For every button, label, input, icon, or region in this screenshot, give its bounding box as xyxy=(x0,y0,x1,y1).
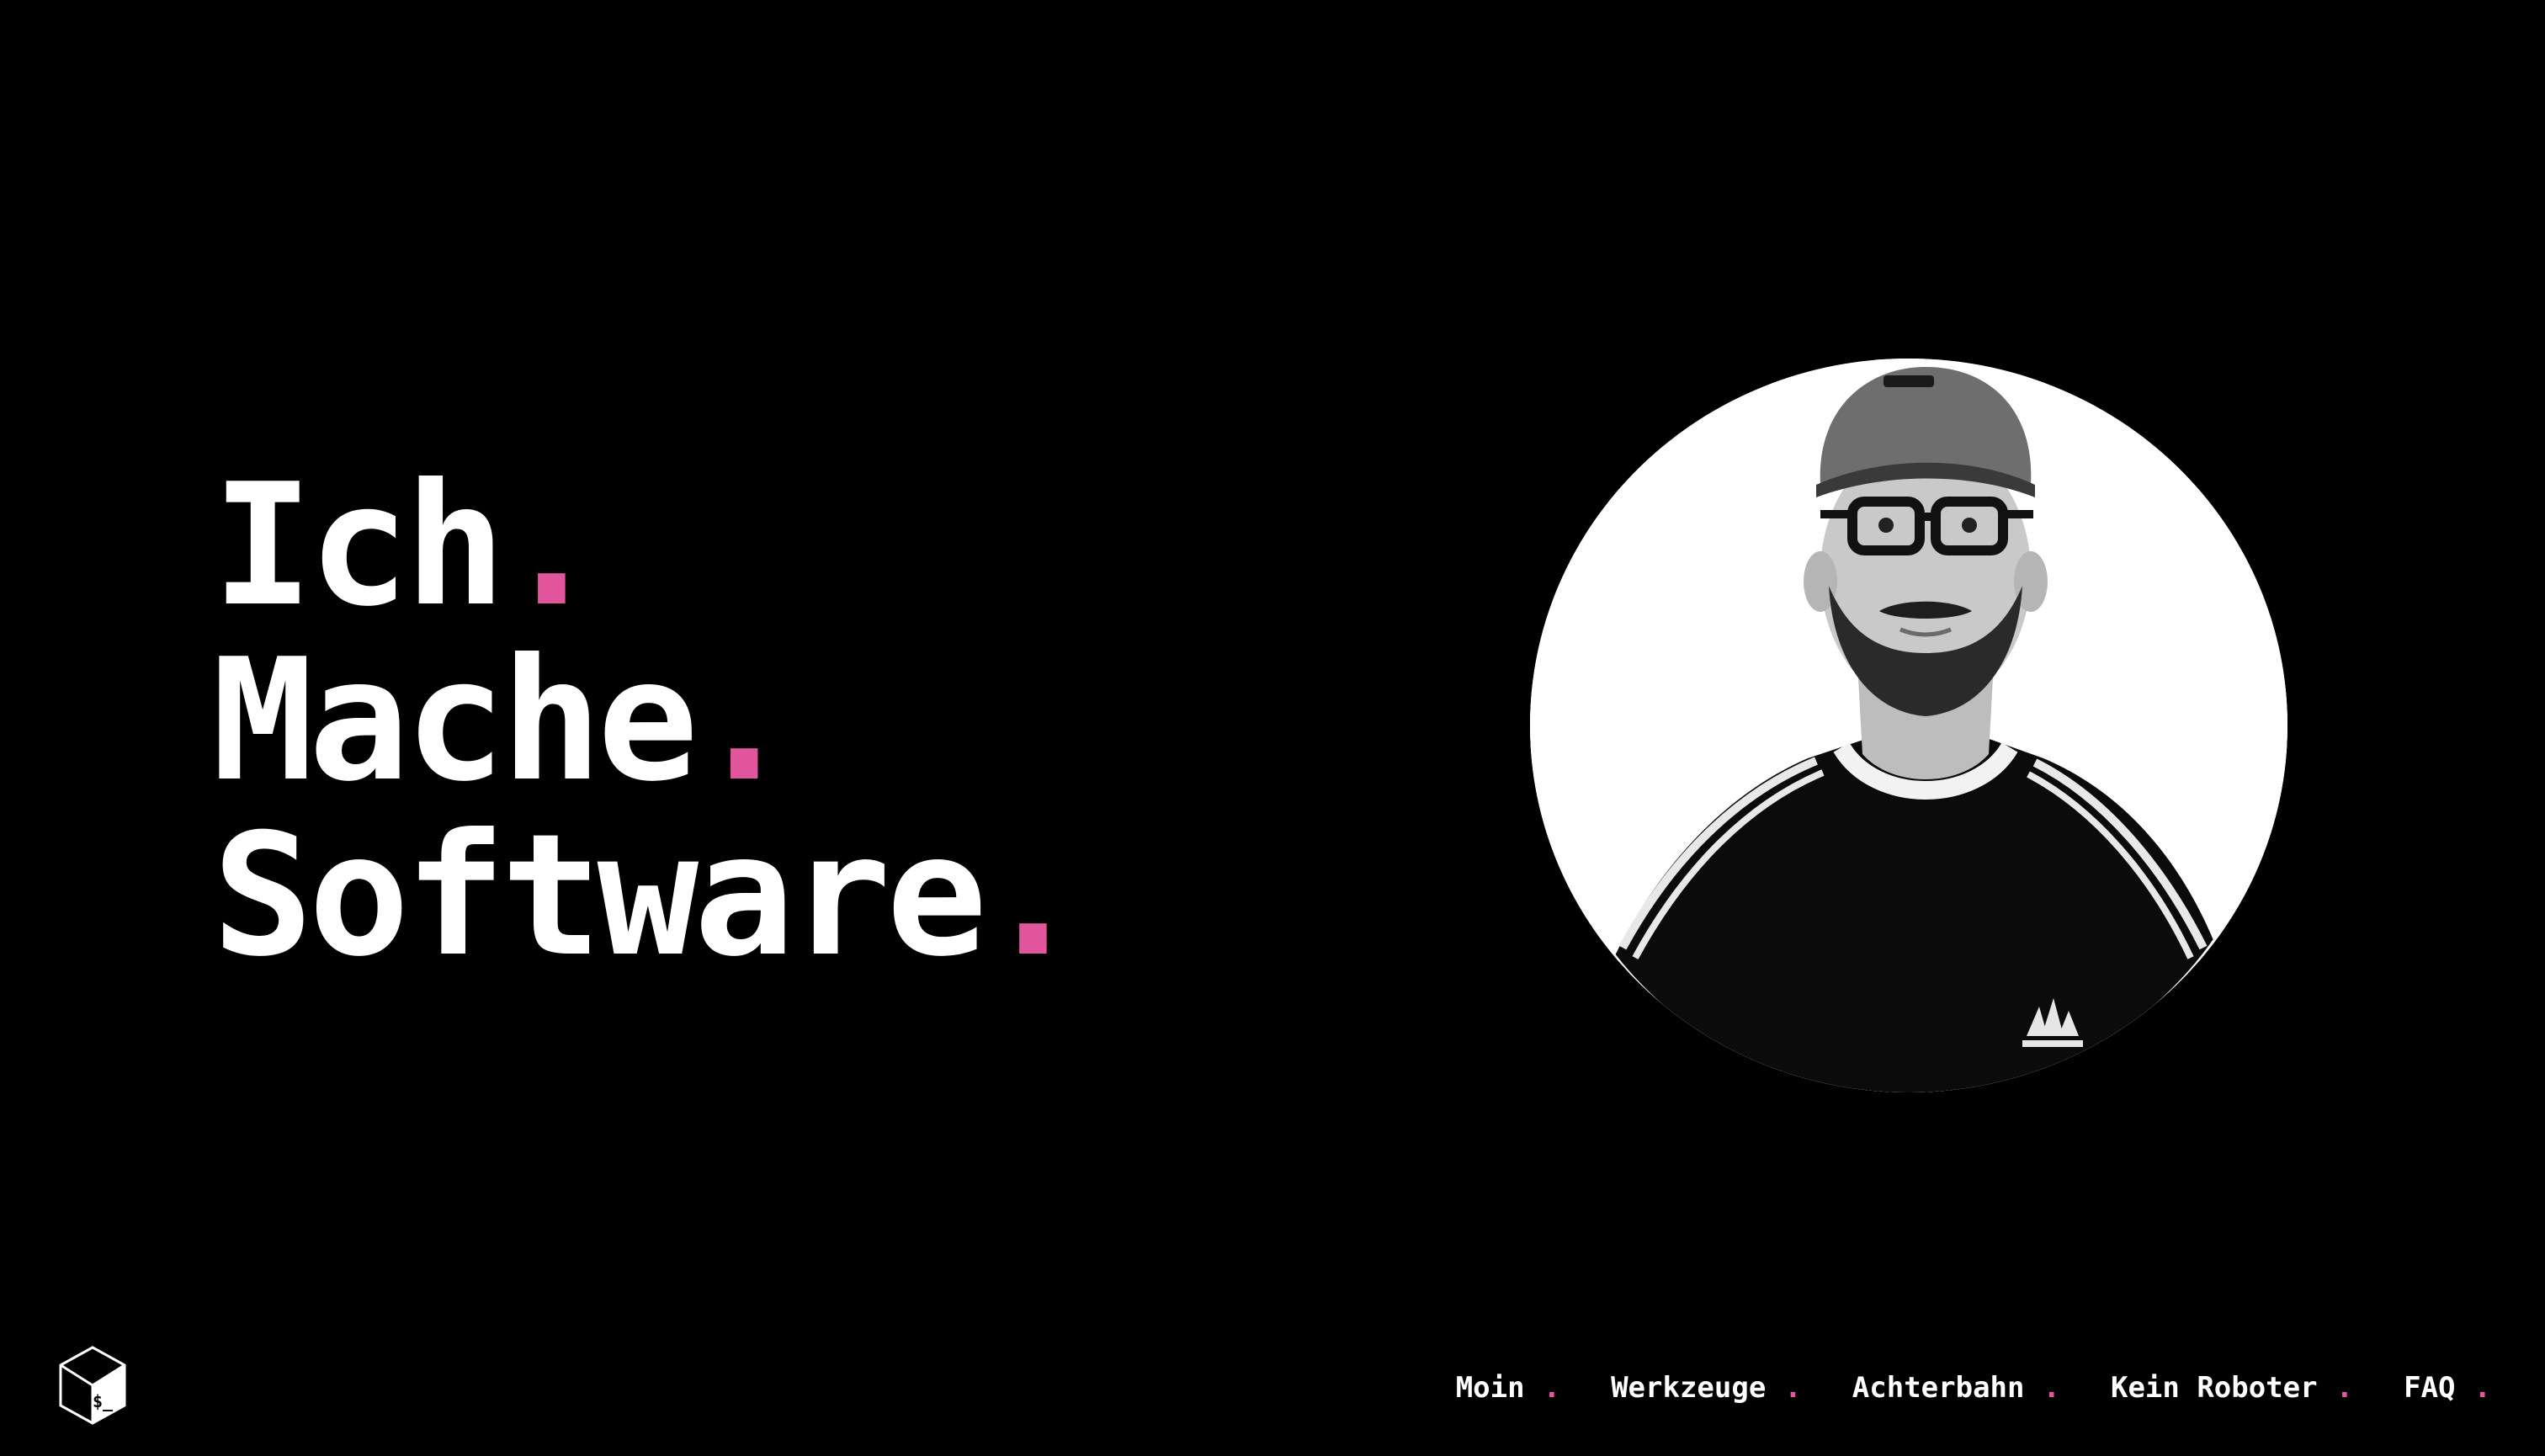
nav-item-label: Kein Roboter xyxy=(2110,1371,2318,1405)
accent-dot: . xyxy=(1784,1371,1802,1405)
accent-dot: . xyxy=(1543,1371,1561,1405)
accent-dot: . xyxy=(2335,1371,2354,1405)
nav-item-label: Werkzeuge xyxy=(1611,1371,1767,1405)
profile-photo-image xyxy=(1530,359,2287,1092)
hero-line-text: Ich xyxy=(212,448,506,644)
nav-item-faq[interactable]: FAQ . xyxy=(2404,1371,2491,1405)
hero-line-1: Ich. xyxy=(212,459,1079,634)
hero-line-2: Mache. xyxy=(212,634,1079,809)
nav-item-kein-roboter[interactable]: Kein Roboter . xyxy=(2111,1371,2353,1405)
nav-item-moin[interactable]: Moin . xyxy=(1456,1371,1560,1405)
accent-dot: . xyxy=(2043,1371,2060,1405)
nav-item-werkzeuge[interactable]: Werkzeuge . xyxy=(1611,1371,1802,1405)
hero-line-text: Mache xyxy=(212,623,699,819)
main-nav: Moin . Werkzeuge . Achterbahn . Kein Rob… xyxy=(1456,1367,2491,1409)
accent-dot: . xyxy=(2473,1371,2491,1405)
accent-dot: . xyxy=(501,448,602,644)
hero-line-text: Software xyxy=(212,798,987,994)
site-logo[interactable]: $_ xyxy=(57,1345,128,1426)
nav-item-label: Moin xyxy=(1455,1371,1525,1405)
accent-dot: . xyxy=(982,798,1083,994)
nav-item-label: FAQ xyxy=(2404,1371,2456,1405)
hero-headline: Ich. Mache. Software. xyxy=(212,459,1084,984)
terminal-cube-icon: $_ xyxy=(59,1346,126,1425)
hero-line-3: Software. xyxy=(212,809,1084,984)
nav-item-label: Achterbahn xyxy=(1852,1371,2025,1405)
profile-photo xyxy=(1530,359,2287,1092)
logo-glyph: $_ xyxy=(93,1391,114,1411)
nav-item-achterbahn[interactable]: Achterbahn . xyxy=(1852,1371,2060,1405)
accent-dot: . xyxy=(693,623,794,819)
